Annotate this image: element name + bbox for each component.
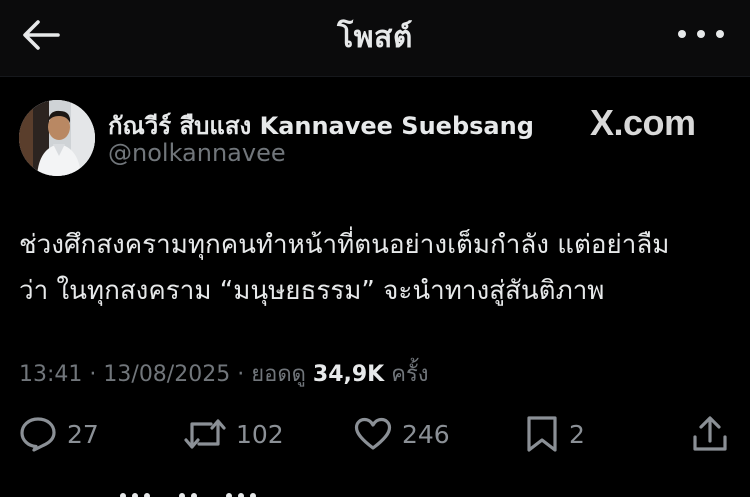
views-label: ยอดดู	[251, 362, 306, 387]
avatar-photo	[19, 100, 95, 176]
like-count: 246	[402, 419, 450, 449]
x-com-watermark: X.com	[590, 102, 696, 143]
next-section-cutoff	[120, 484, 380, 497]
share-icon	[693, 416, 727, 451]
author-handle[interactable]: @nolkannavee	[108, 139, 286, 167]
more-dot	[697, 30, 705, 38]
repost-button[interactable]: 102	[184, 410, 284, 458]
cutoff-fragment	[120, 484, 156, 497]
bookmark-icon	[527, 416, 557, 452]
cutoff-fragment	[179, 484, 203, 497]
top-bar: โพสต์	[0, 0, 750, 76]
heart-icon	[354, 417, 392, 450]
repost-count: 102	[236, 419, 284, 449]
more-dot	[716, 30, 724, 38]
reply-icon	[20, 417, 56, 452]
reply-button[interactable]: 27	[19, 410, 99, 458]
post-time[interactable]: 13:41	[19, 362, 82, 387]
like-button[interactable]: 246	[354, 410, 450, 458]
meta-separator: ·	[237, 362, 245, 387]
header-divider	[0, 76, 750, 77]
bookmark-button[interactable]: 2	[525, 410, 585, 458]
post-page: โพสต์ กัณวีร์ สืบแสง Kannavee Suebsang @…	[0, 0, 750, 497]
views-suffix: ครั้ง	[391, 362, 429, 387]
post-date[interactable]: 13/08/2025	[103, 362, 230, 387]
tweet-text-line: ช่วงศึกสงครามทุกคนทำหน้าที่ตนอย่างเต็มกำ…	[19, 230, 670, 260]
views-count[interactable]: 34,9K	[313, 362, 384, 387]
action-bar: 27 102 246 2	[0, 410, 750, 458]
cutoff-fragment	[226, 484, 262, 497]
page-title: โพสต์	[337, 20, 413, 55]
post-meta: 13:41 · 13/08/2025 · ยอดดู 34,9K ครั้ง	[19, 356, 429, 391]
tweet-text: ช่วงศึกสงครามทุกคนทำหน้าที่ตนอย่างเต็มกำ…	[19, 222, 735, 314]
reply-count: 27	[67, 419, 99, 449]
share-button[interactable]	[692, 410, 728, 458]
more-horizontal-icon	[678, 30, 686, 38]
tweet-text-line: ว่า ในทุกสงคราม “มนุษยธรรม” จะนำทางสู่สั…	[19, 276, 605, 306]
more-options-button[interactable]	[678, 20, 724, 48]
avatar[interactable]	[19, 100, 95, 176]
repost-icon	[184, 419, 226, 449]
bookmark-count: 2	[569, 419, 585, 449]
meta-separator: ·	[89, 362, 97, 387]
